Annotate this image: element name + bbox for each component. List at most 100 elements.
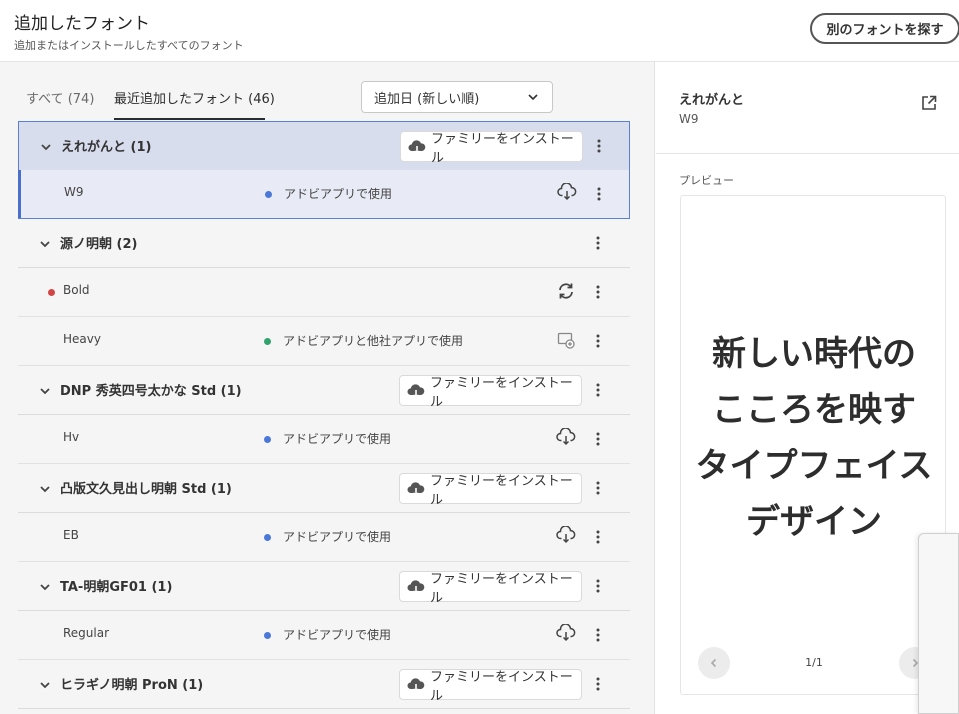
browse-fonts-button[interactable]: 別のフォントを探す (810, 13, 959, 44)
floating-panel-edge (918, 533, 959, 714)
cloud-install-icon (408, 139, 426, 159)
chevron-down-icon[interactable] (38, 677, 52, 696)
chevron-down-icon (526, 90, 540, 108)
active-tab-indicator (114, 118, 265, 120)
font-family-name: TA-明朝GF01 (1) (60, 580, 173, 595)
cloud-download-icon[interactable] (556, 525, 576, 548)
chevron-down-icon[interactable] (38, 579, 52, 598)
more-options-icon[interactable] (593, 576, 603, 596)
installed-icon[interactable] (556, 330, 576, 354)
usage-status-text: アドビアプリで使用 (283, 628, 392, 642)
status-dot (264, 436, 271, 443)
font-family-name: ヒラギノ明朝 ProN (1) (60, 678, 204, 693)
font-style-row[interactable]: W9 アドビアプリで使用 (18, 170, 630, 219)
more-options-icon[interactable] (593, 625, 603, 645)
install-family-button[interactable]: ファミリーをインストール (399, 669, 582, 704)
divider (656, 153, 959, 154)
more-options-icon[interactable] (593, 233, 603, 253)
cloud-install-icon (407, 383, 425, 403)
install-family-button[interactable]: ファミリーをインストール (399, 473, 582, 508)
usage-status: アドビアプリで使用 (264, 626, 392, 643)
font-family-name: 源ノ明朝 (2) (60, 237, 138, 252)
font-style-row[interactable]: Hv アドビアプリで使用 (18, 415, 630, 464)
more-options-icon[interactable] (594, 184, 604, 204)
install-family-button[interactable]: ファミリーをインストール (399, 571, 582, 606)
status-dot (48, 289, 55, 296)
cloud-install-icon (407, 579, 425, 599)
preview-line: デザイン (746, 502, 882, 542)
status-dot (265, 191, 272, 198)
cloud-download-icon[interactable] (556, 623, 576, 646)
cloud-download-icon[interactable] (556, 427, 576, 450)
usage-status-text: アドビアプリで使用 (284, 187, 393, 201)
font-style-name: Regular (63, 626, 110, 640)
sort-selected-value: 追加日 (新しい順) (374, 91, 480, 107)
open-external-icon[interactable] (920, 94, 938, 116)
font-detail-panel: えれがんと W9 プレビュー 新しい時代の こころを映す タイプフェイス デザイ… (656, 62, 959, 714)
usage-status-text: アドビアプリで使用 (283, 530, 392, 544)
detail-style-name: W9 (679, 112, 699, 126)
sync-icon[interactable] (556, 281, 576, 305)
usage-status-text: アドビアプリで使用 (283, 432, 392, 446)
more-options-icon[interactable] (593, 380, 603, 400)
font-family-row[interactable]: 源ノ明朝 (2) (18, 219, 630, 268)
preview-line: こころを映す (712, 390, 916, 430)
font-family-name: DNP 秀英四号太かな Std (1) (60, 384, 242, 399)
font-style-name: EB (63, 528, 79, 542)
usage-status-text: アドビアプリと他社アプリで使用 (283, 334, 464, 348)
header: 追加したフォント 追加またはインストールしたすべてのフォント 別のフォントを探す (0, 0, 959, 62)
more-options-icon[interactable] (594, 136, 604, 156)
tab-recent[interactable]: 最近追加したフォント (46) (114, 88, 275, 107)
cloud-download-icon[interactable] (557, 182, 577, 205)
status-dot (264, 338, 271, 345)
usage-status: アドビアプリで使用 (264, 430, 392, 447)
status-dot (264, 534, 271, 541)
more-options-icon[interactable] (593, 429, 603, 449)
font-family-name: えれがんと (1) (61, 140, 152, 155)
more-options-icon[interactable] (593, 331, 603, 351)
font-family-name: 凸版文久見出し明朝 Std (1) (60, 482, 232, 497)
status-dot (264, 632, 271, 639)
font-family-row[interactable]: えれがんと (1) ファミリーをインストール (18, 121, 630, 170)
chevron-down-icon[interactable] (38, 383, 52, 402)
preview-card: 新しい時代の こころを映す タイプフェイス デザイン 1/1 (680, 195, 946, 695)
detail-family-name: えれがんと (679, 93, 745, 108)
tab-all[interactable]: すべて (74) (26, 88, 94, 107)
font-style-row[interactable]: EB アドビアプリで使用 (18, 513, 630, 562)
preview-text: 新しい時代の こころを映す タイプフェイス デザイン (681, 326, 947, 550)
usage-status: アドビアプリで使用 (265, 185, 393, 202)
install-family-label: ファミリーをインストール (430, 669, 573, 704)
install-family-button[interactable]: ファミリーをインストール (399, 375, 582, 410)
install-family-label: ファミリーをインストール (430, 571, 573, 606)
font-style-row[interactable]: Regular アドビアプリで使用 (18, 611, 630, 660)
font-style-row[interactable]: Bold (18, 268, 630, 317)
page-title: 追加したフォント (14, 14, 150, 34)
font-style-name: Heavy (63, 332, 101, 346)
font-style-name: Hv (63, 430, 80, 444)
install-family-label: ファミリーをインストール (430, 375, 573, 410)
font-family-row[interactable]: ヒラギノ明朝 ProN (1) ファミリーをインストール (18, 660, 630, 709)
preview-label: プレビュー (679, 174, 734, 187)
preview-line: 新しい時代の (712, 334, 916, 374)
chevron-down-icon[interactable] (38, 481, 52, 500)
cloud-install-icon (407, 481, 425, 501)
cloud-install-icon (407, 677, 425, 697)
preview-line: タイプフェイス (695, 446, 933, 486)
chevron-down-icon[interactable] (39, 139, 53, 158)
font-list-panel: すべて (74) 最近追加したフォント (46) 追加日 (新しい順) えれがん… (0, 62, 655, 714)
sort-dropdown[interactable]: 追加日 (新しい順) (361, 81, 553, 113)
font-family-row[interactable]: DNP 秀英四号太かな Std (1) ファミリーをインストール (18, 366, 630, 415)
font-family-row[interactable]: 凸版文久見出し明朝 Std (1) ファミリーをインストール (18, 464, 630, 513)
install-family-button[interactable]: ファミリーをインストール (400, 131, 583, 166)
more-options-icon[interactable] (593, 527, 603, 547)
more-options-icon[interactable] (593, 674, 603, 694)
usage-status: アドビアプリで使用 (264, 528, 392, 545)
page-subtitle: 追加またはインストールしたすべてのフォント (14, 39, 244, 52)
font-style-name: Bold (63, 283, 90, 297)
more-options-icon[interactable] (593, 282, 603, 302)
more-options-icon[interactable] (593, 478, 603, 498)
font-family-row[interactable]: TA-明朝GF01 (1) ファミリーをインストール (18, 562, 630, 611)
chevron-down-icon[interactable] (38, 236, 52, 255)
usage-status: アドビアプリと他社アプリで使用 (264, 332, 464, 349)
font-style-row[interactable]: Heavy アドビアプリと他社アプリで使用 (18, 317, 630, 366)
